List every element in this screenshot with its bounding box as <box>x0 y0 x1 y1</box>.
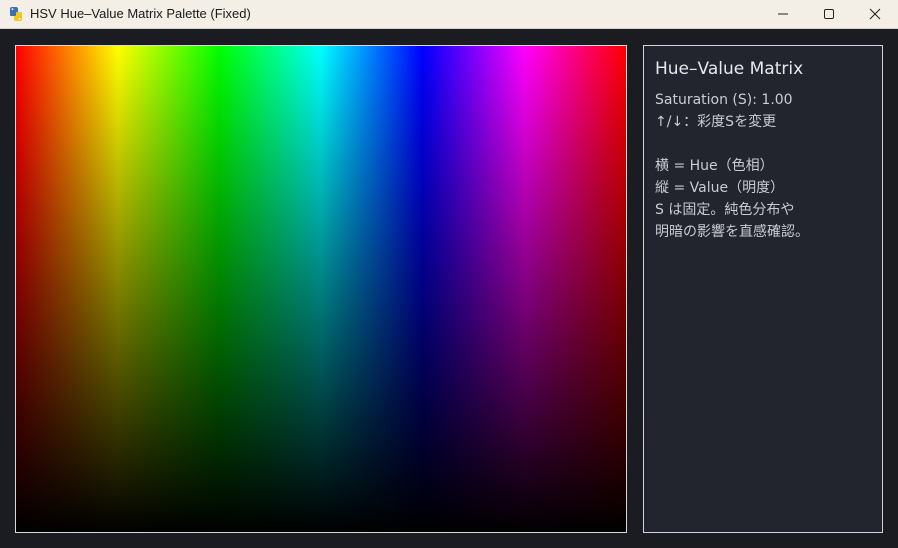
saturation-readout: Saturation (S): 1.00 <box>655 92 793 108</box>
minimize-icon <box>777 5 789 24</box>
axis-desc-value: 縦 = Value（明度） <box>655 180 785 196</box>
desc-line-3: S は固定。純色分布や <box>655 202 795 218</box>
key-hint: ↑/↓：彩度Sを変更 <box>655 114 777 130</box>
maximize-button[interactable] <box>806 0 852 28</box>
desc-line-4: 明暗の影響を直感確認。 <box>655 224 809 240</box>
minimize-button[interactable] <box>760 0 806 28</box>
python-icon <box>8 6 24 22</box>
app-window: HSV Hue–Value Matrix Palette (Fixed) Hue… <box>0 0 898 548</box>
axis-desc-hue: 横 = Hue（色相） <box>655 158 774 174</box>
maximize-icon <box>823 5 835 24</box>
title-bar[interactable]: HSV Hue–Value Matrix Palette (Fixed) <box>0 0 898 29</box>
window-title: HSV Hue–Value Matrix Palette (Fixed) <box>30 6 251 21</box>
close-button[interactable] <box>852 0 898 28</box>
value-gradient <box>16 46 626 532</box>
close-icon <box>869 5 881 24</box>
info-panel: Hue–Value Matrix Saturation (S): 1.00 ↑/… <box>643 45 883 533</box>
hue-value-matrix[interactable] <box>15 45 627 533</box>
panel-title: Hue–Value Matrix <box>655 59 804 79</box>
